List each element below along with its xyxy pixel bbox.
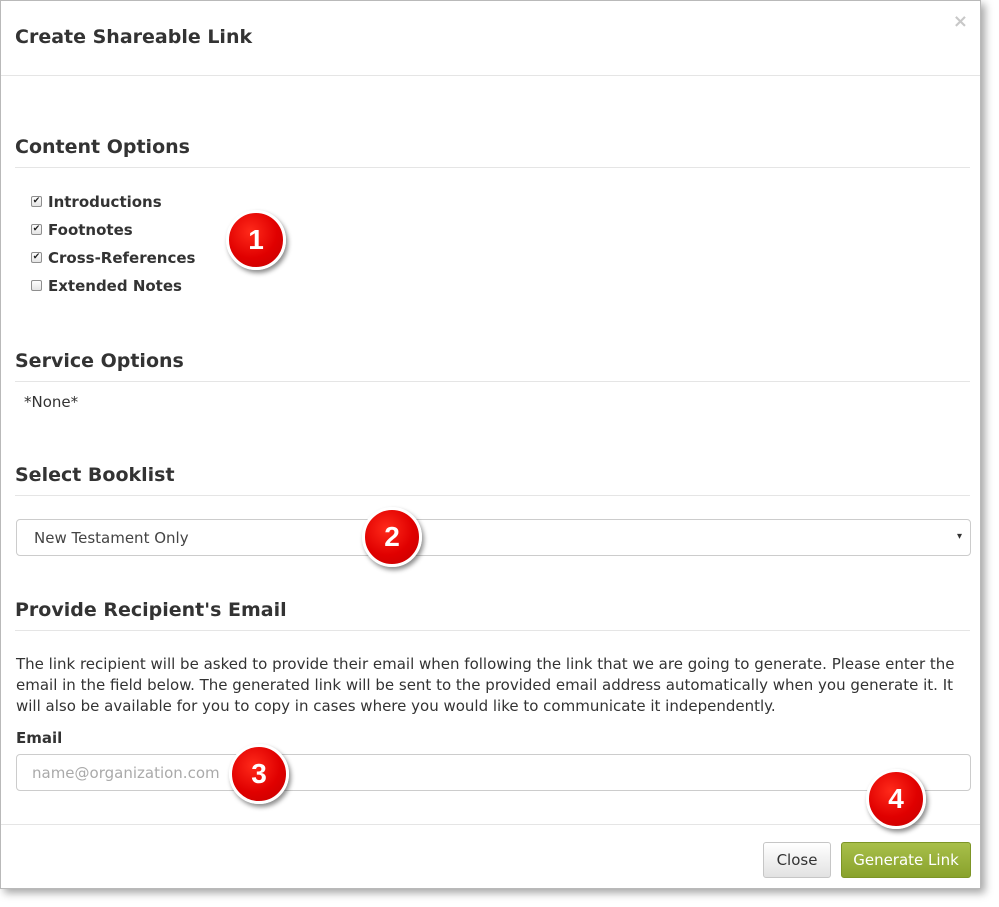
option-footnotes[interactable]: ✔ Footnotes	[31, 220, 133, 240]
service-options-heading: Service Options	[15, 350, 970, 382]
shareable-link-dialog: Create Shareable Link × Content Options …	[0, 0, 981, 889]
footnotes-checkbox[interactable]: ✔	[31, 223, 42, 235]
email-field[interactable]	[16, 754, 971, 791]
dialog-title: Create Shareable Link	[15, 26, 253, 48]
email-label: Email	[16, 729, 63, 747]
extended-notes-checkbox[interactable]	[31, 279, 42, 291]
booklist-select[interactable]: New Testament Only ▾	[16, 519, 971, 556]
option-extended-notes[interactable]: Extended Notes	[31, 276, 182, 296]
close-button[interactable]: Close	[763, 842, 831, 878]
option-cross-references[interactable]: ✔ Cross-References	[31, 248, 195, 268]
chevron-down-icon: ▾	[956, 531, 962, 542]
option-introductions[interactable]: ✔ Introductions	[31, 192, 162, 212]
booklist-heading: Select Booklist	[15, 464, 970, 496]
booklist-selected-value: New Testament Only	[34, 529, 189, 547]
close-icon[interactable]: ×	[953, 13, 968, 31]
dialog-footer: Close Generate Link	[1, 824, 980, 889]
annotation-marker-1: 1	[226, 210, 286, 270]
dialog-header: Create Shareable Link ×	[1, 1, 980, 76]
introductions-checkbox[interactable]: ✔	[31, 195, 42, 207]
generate-link-button[interactable]: Generate Link	[841, 842, 971, 878]
option-label: Footnotes	[48, 221, 133, 239]
option-label: Introductions	[48, 193, 162, 211]
annotation-marker-3: 3	[229, 744, 289, 804]
option-label: Extended Notes	[48, 277, 182, 295]
option-label: Cross-References	[48, 249, 196, 267]
service-options-value: *None*	[24, 393, 79, 411]
recipient-description: The link recipient will be asked to prov…	[16, 655, 955, 715]
annotation-marker-4: 4	[866, 769, 926, 829]
annotation-marker-2: 2	[362, 507, 422, 567]
cross-references-checkbox[interactable]: ✔	[31, 251, 42, 263]
recipient-email-heading: Provide Recipient's Email	[15, 599, 970, 631]
content-options-heading: Content Options	[15, 136, 970, 168]
